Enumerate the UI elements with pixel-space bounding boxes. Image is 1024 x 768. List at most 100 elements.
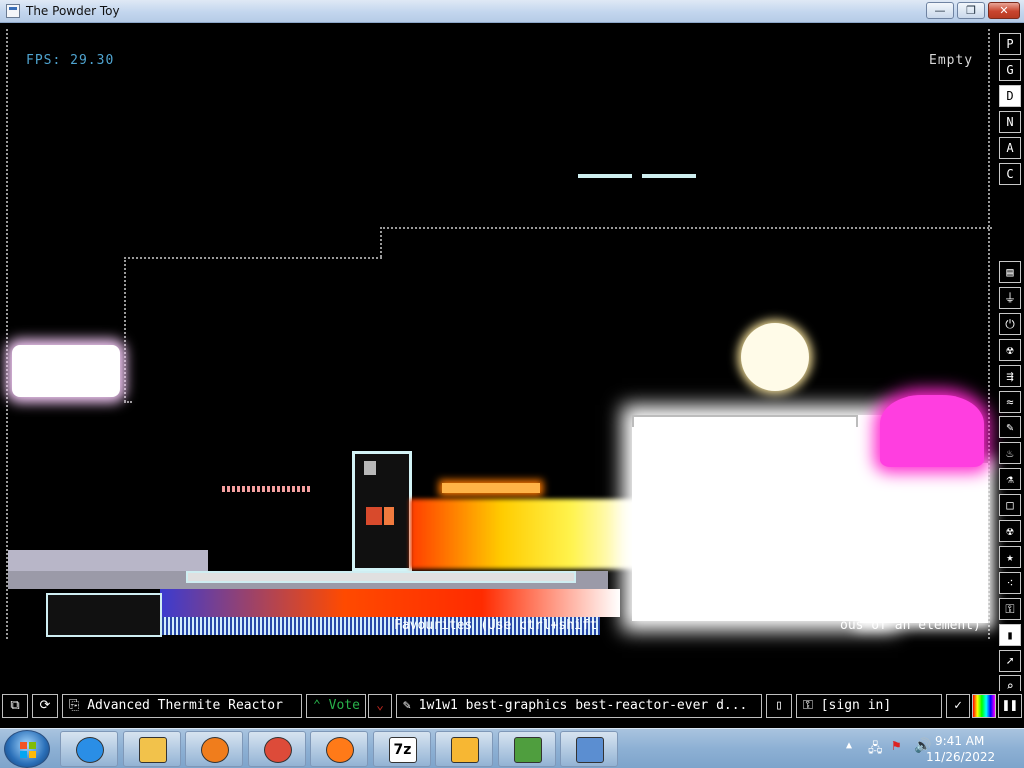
taskbar-internet-explorer[interactable]	[60, 731, 118, 767]
start-button[interactable]	[4, 730, 50, 768]
vote-down-button[interactable]: ⌄	[368, 694, 392, 718]
thermite-ledge	[222, 486, 312, 492]
wall-segment	[124, 401, 132, 403]
media-player-icon	[201, 737, 229, 763]
favourites-preview	[46, 593, 162, 637]
display-mode-button[interactable]	[972, 694, 996, 718]
taskbar-chrome[interactable]	[247, 731, 306, 767]
wall-icon[interactable]: ▤	[999, 261, 1021, 283]
pen-icon[interactable]: ✎	[999, 416, 1021, 439]
fps-readout: FPS: 29.30	[26, 53, 115, 68]
show-hidden-icons-icon[interactable]: ▲	[846, 740, 852, 751]
explosive-icon[interactable]: ☢	[999, 338, 1021, 361]
vote-up-button[interactable]: ⌃ Vote	[306, 694, 366, 718]
save-icon: ⎘	[69, 698, 88, 713]
sun-orb	[741, 323, 809, 391]
menu-section-n[interactable]: N	[999, 111, 1021, 133]
taskbar-media-player[interactable]	[185, 731, 243, 767]
simulation-canvas[interactable]: FPS: 29.30 Empty Favourites (Use ctrl+sh…	[0, 23, 1024, 688]
dots-icon[interactable]: ⁖	[999, 571, 1021, 594]
pause-icon: ❚❚	[1002, 698, 1018, 713]
action-center-icon[interactable]: ⚑	[892, 738, 900, 754]
hover-element-label: Empty	[929, 53, 974, 68]
pause-button[interactable]: ❚❚	[998, 694, 1022, 718]
reload-button[interactable]: ⟳	[32, 694, 58, 718]
firefox-icon	[326, 737, 354, 763]
bottom-toolbar: ⧉ ⟳ ⎘ Advanced Thermite Reactor ⌃ Vote ⌄…	[0, 691, 1024, 721]
wall-segment	[380, 227, 382, 257]
radiation-icon[interactable]: ☢	[999, 520, 1021, 542]
lock-icon[interactable]: ⚿	[999, 597, 1021, 620]
liquid-icon[interactable]: ≈	[999, 390, 1021, 413]
menu-section-g[interactable]: G	[999, 59, 1021, 81]
control-panel-icon	[576, 737, 604, 763]
vote-label: Vote	[328, 698, 360, 713]
flask-icon[interactable]: ⚗	[999, 468, 1021, 491]
taskbar-7zip[interactable]: 7z	[372, 731, 431, 767]
clock-date[interactable]: 11/26/2022	[926, 750, 995, 764]
menu-section-a[interactable]: A	[999, 137, 1021, 159]
explosion-block	[860, 463, 988, 623]
wall-segment	[124, 257, 382, 259]
gas-icon[interactable]: ⇶	[999, 364, 1021, 387]
plug-icon[interactable]: ⏚	[999, 286, 1021, 309]
network-icon[interactable]: 🖧	[868, 739, 883, 761]
file-explorer-icon	[138, 737, 167, 763]
sign-in-button[interactable]: ⚿ [sign in]	[796, 694, 942, 718]
square-icon[interactable]: □	[999, 494, 1021, 517]
magenta-plasma	[880, 395, 984, 467]
open-browser-button[interactable]: ⧉	[2, 694, 28, 718]
explosion-frame	[632, 415, 858, 427]
taskbar-firefox[interactable]	[310, 731, 368, 767]
light-bar	[578, 174, 632, 178]
tags-text: 1w1w1 best-graphics best-reactor-ever d.…	[418, 698, 748, 713]
star-icon[interactable]: ★	[999, 545, 1021, 568]
burning-bar	[442, 483, 540, 493]
molten-floor	[160, 589, 620, 617]
thumbs-up-icon: ⌃	[313, 698, 329, 713]
explosion-block	[632, 415, 888, 621]
internet-explorer-icon	[76, 737, 104, 763]
reactor-cell	[384, 507, 394, 525]
menu-section-p[interactable]: P	[999, 33, 1021, 55]
tags-button[interactable]: ✎ 1w1w1 best-graphics best-reactor-ever …	[396, 694, 762, 718]
plasma-glow-left	[12, 345, 120, 397]
wall-segment	[6, 29, 8, 639]
gear-icon: ✓	[954, 698, 962, 713]
bookmark-icon[interactable]: ▮	[999, 623, 1021, 646]
open-icon: ⧉	[10, 698, 20, 713]
7zip-icon: 7z	[388, 737, 417, 763]
minimize-button[interactable]: —	[926, 2, 954, 19]
chrome-icon	[263, 737, 292, 763]
taskbar-photo[interactable]	[435, 731, 493, 767]
save-name: Advanced Thermite Reactor	[87, 698, 283, 713]
app-icon	[6, 4, 20, 18]
taskbar-control-panel[interactable]	[560, 731, 618, 767]
save-name-button[interactable]: ⎘ Advanced Thermite Reactor	[62, 694, 302, 718]
wall-segment	[988, 29, 990, 639]
close-button[interactable]: ✕	[988, 2, 1020, 19]
reactor-cell	[366, 507, 382, 525]
new-file-icon: ▯	[775, 698, 783, 713]
menu-section-d[interactable]: D	[999, 85, 1021, 107]
sign-in-label: [sign in]	[820, 698, 892, 713]
maximize-button[interactable]: ❐	[957, 2, 985, 19]
light-bar	[642, 174, 696, 178]
taskbar-file-explorer[interactable]	[122, 731, 181, 767]
photo-icon	[451, 737, 479, 763]
menu-section-c[interactable]: C	[999, 163, 1021, 185]
simulation-options-button[interactable]: ✓	[946, 694, 970, 718]
clock-time[interactable]: 9:41 AM	[935, 734, 984, 748]
new-simulation-button[interactable]: ▯	[766, 694, 792, 718]
cursor-icon[interactable]: ➚	[999, 649, 1021, 672]
power-icon[interactable]: ⏻	[999, 312, 1021, 335]
key-icon: ⚿	[803, 698, 821, 713]
thumbs-down-icon: ⌄	[376, 698, 384, 713]
reactor-tower	[352, 451, 412, 571]
favourites-hint: Favourites (Use ctrl+shift	[394, 618, 598, 633]
reload-icon: ⟳	[39, 698, 51, 713]
title-bar: The Powder Toy — ❐ ✕	[0, 0, 1024, 23]
taskbar-network[interactable]	[497, 731, 556, 767]
tag-icon: ✎	[403, 698, 419, 713]
fire-icon[interactable]: ♨	[999, 442, 1021, 465]
